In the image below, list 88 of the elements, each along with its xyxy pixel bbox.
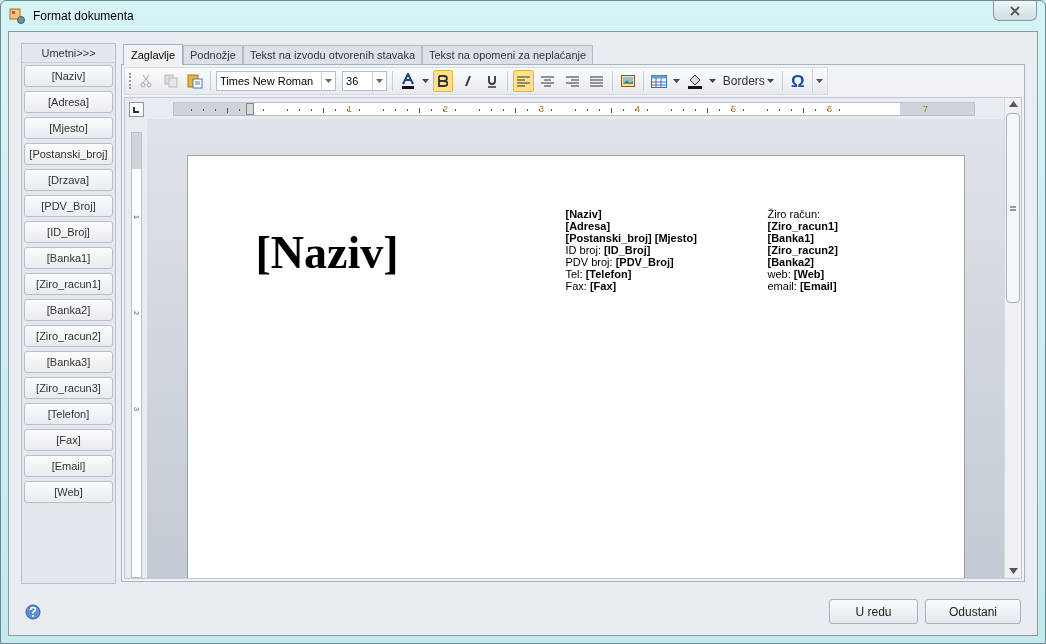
header-text-line: Žiro račun:: [767, 208, 822, 220]
header-text-line: [Naziv]: [565, 208, 603, 220]
dropdown-caret-icon[interactable]: [325, 79, 333, 83]
insert-field-button[interactable]: [Banka2]: [24, 299, 113, 321]
tab[interactable]: Tekst na izvodu otvorenih stavaka: [242, 45, 422, 64]
ruler-number: 3: [131, 406, 142, 412]
paste-icon: [186, 73, 203, 89]
insert-field-button[interactable]: [Postanski_broj]: [24, 143, 113, 165]
tab[interactable]: Podnožje: [183, 45, 243, 64]
insert-field-button[interactable]: [Email]: [24, 455, 113, 477]
tab[interactable]: Zaglavlje: [123, 44, 184, 65]
scroll-thumb[interactable]: [1006, 113, 1020, 303]
insert-field-button[interactable]: [Banka3]: [24, 351, 113, 373]
align-right-icon: [565, 75, 579, 87]
tab[interactable]: Tekst na opomeni za neplaćanje: [422, 45, 594, 64]
dropdown-caret-icon[interactable]: [708, 79, 716, 83]
ruler-number: 6: [827, 102, 832, 115]
insert-field-button[interactable]: [Drzava]: [24, 169, 113, 191]
ruler-number: 3: [539, 102, 544, 115]
insert-picture-icon: [620, 75, 635, 87]
caret-icon: [766, 79, 774, 83]
dropdown-caret-icon[interactable]: [375, 79, 383, 83]
company-name-heading: [Naziv]: [255, 230, 400, 280]
align-left-button[interactable]: [513, 70, 534, 92]
insert-field-button[interactable]: [Mjesto]: [24, 117, 113, 139]
font-dropdown[interactable]: Times New Roman: [216, 71, 337, 91]
cut-icon: [139, 74, 154, 88]
app-icon: [9, 8, 25, 24]
borders-button[interactable]: Borders: [719, 70, 777, 92]
insert-field-button[interactable]: [Fax]: [24, 429, 113, 451]
symbol-button[interactable]: Ω: [787, 70, 809, 92]
bold-icon: [438, 75, 449, 87]
scroll-up-icon[interactable]: [1008, 101, 1018, 107]
align-center-icon: [541, 75, 555, 87]
vertical-scrollbar[interactable]: [1004, 98, 1021, 578]
insert-field-button[interactable]: [PDV_Broj]: [24, 195, 113, 217]
ruler-number: 5: [731, 102, 736, 115]
caret-icon: [815, 79, 823, 83]
tab-stop-button[interactable]: [128, 102, 144, 117]
header-text-line: ID broj: [ID_Broj]: [565, 244, 652, 256]
insert-field-button[interactable]: [Banka1]: [24, 247, 113, 269]
dropdown-caret-icon[interactable]: [422, 79, 429, 83]
header-text-line: web: [Web]: [767, 268, 826, 280]
insert-field-button[interactable]: [Adresa]: [24, 91, 113, 113]
window-title: Format dokumenta: [33, 8, 134, 25]
insert-field-button[interactable]: [Naziv]: [24, 65, 113, 87]
header-text-line: [Adresa]: [565, 220, 612, 232]
table-icon: [651, 74, 668, 88]
insert-field-button[interactable]: [Telefon]: [24, 403, 113, 425]
ruler-number: 4: [635, 102, 640, 115]
close-button[interactable]: [993, 1, 1037, 21]
header-text-line: [Banka1]: [767, 232, 815, 244]
dropdown-caret-icon[interactable]: [673, 79, 681, 83]
font-size-dropdown[interactable]: 36: [342, 71, 387, 91]
indent-marker[interactable]: [246, 102, 254, 115]
justify-icon: [590, 75, 604, 87]
insert-field-button[interactable]: [Ziro_racun1]: [24, 273, 113, 295]
ruler-number: 1: [347, 102, 352, 115]
ruler-number: 2: [131, 310, 142, 316]
ok-button[interactable]: U redu: [829, 599, 918, 624]
ruler-number: 2: [443, 102, 448, 115]
ruler-number: 1: [131, 214, 142, 220]
header-text-line: [Postanski_broj] [Mjesto]: [565, 232, 698, 244]
cancel-button[interactable]: Odustani: [925, 599, 1021, 624]
ruler-margin: [131, 133, 141, 169]
font-color-icon: [399, 73, 416, 89]
header-text-line: email: [Email]: [767, 280, 838, 292]
insert-field-button[interactable]: [Ziro_racun2]: [24, 325, 113, 347]
underline-icon: [487, 74, 498, 88]
insert-field-button[interactable]: [Ziro_racun3]: [24, 377, 113, 399]
header-text-line: [Ziro_racun2]: [767, 244, 838, 256]
scroll-down-icon[interactable]: [1008, 568, 1018, 574]
header-text-line: [Ziro_racun1]: [767, 220, 838, 232]
header-text-line: Tel: [Telefon]: [565, 268, 633, 280]
panel-title: Umetni>>>: [22, 44, 115, 63]
header-text-line: [Banka2]: [767, 256, 815, 268]
header-text-line: PDV broj: [PDV_Broj]: [565, 256, 675, 268]
toolbar-options-button[interactable]: [812, 69, 825, 93]
close-icon: [1010, 5, 1020, 16]
align-left-icon: [516, 75, 530, 87]
italic-icon: [462, 75, 473, 87]
ruler-number: 7: [923, 102, 928, 115]
insert-field-button[interactable]: [Web]: [24, 481, 113, 503]
bold-button[interactable]: [433, 70, 454, 92]
copy-icon: [163, 74, 178, 88]
help-icon[interactable]: [25, 603, 41, 620]
insert-field-button[interactable]: [ID_Broj]: [24, 221, 113, 243]
header-text-line: Fax: [Fax]: [565, 280, 618, 292]
